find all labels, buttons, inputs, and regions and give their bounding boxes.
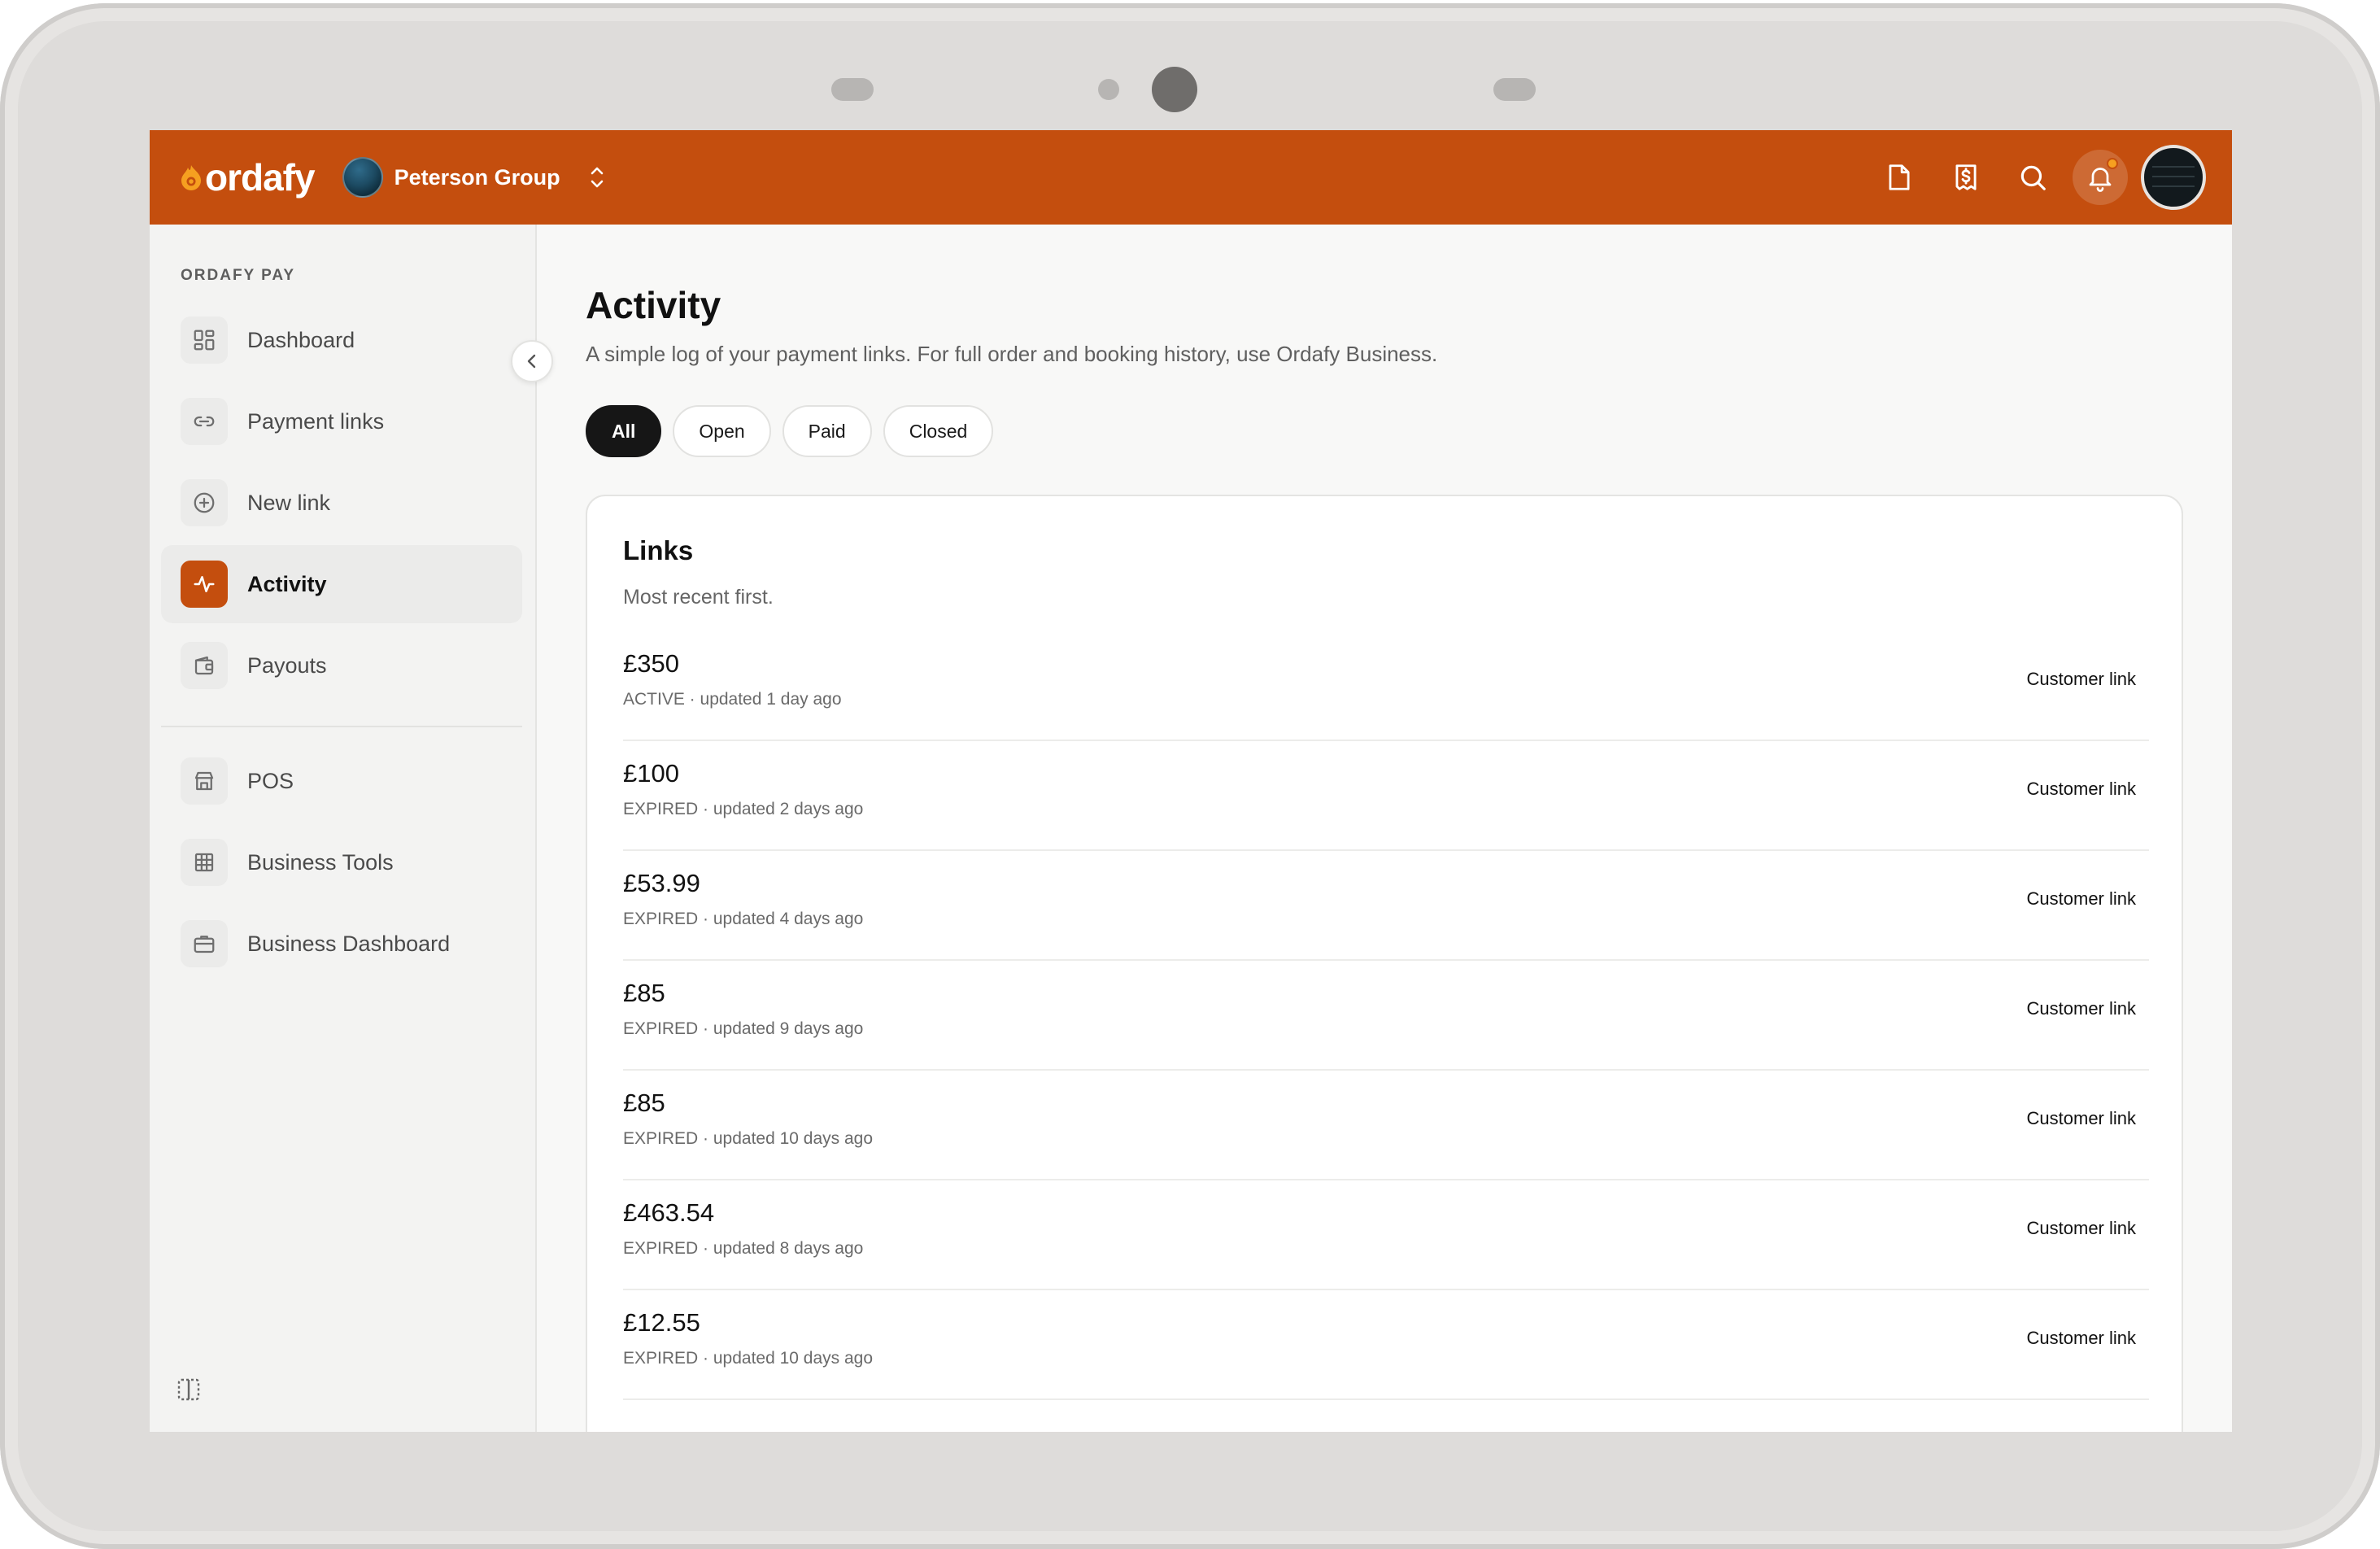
sidebar-item-label: POS bbox=[247, 768, 294, 793]
sidebar-divider bbox=[161, 726, 522, 727]
link-status: ACTIVE · updated 1 day ago bbox=[623, 690, 842, 709]
link-status: EXPIRED · updated 9 days ago bbox=[623, 1019, 864, 1038]
sidebar-item-business-dashboard[interactable]: Business Dashboard bbox=[161, 905, 522, 983]
panel-toggle-icon[interactable] bbox=[174, 1375, 203, 1404]
list-item[interactable]: £463.54 EXPIRED · updated 8 days ago Cus… bbox=[623, 1180, 2149, 1290]
list-item[interactable]: £85 EXPIRED · updated 9 days ago Custome… bbox=[623, 961, 2149, 1071]
brand-name: ordafy bbox=[205, 156, 316, 199]
main-content: Activity A simple log of your payment li… bbox=[538, 225, 2232, 1432]
filter-closed[interactable]: Closed bbox=[883, 405, 994, 457]
sidebar-item-business-tools[interactable]: Business Tools bbox=[161, 823, 522, 901]
sidebar: ORDAFY PAY Dashboard Payment links New l… bbox=[150, 225, 537, 1432]
page-subtitle: A simple log of your payment links. For … bbox=[586, 342, 1438, 366]
sidebar-item-pos[interactable]: POS bbox=[161, 742, 522, 820]
org-name: Peterson Group bbox=[394, 164, 560, 190]
card-title: Links bbox=[623, 535, 694, 565]
sensor-dot bbox=[1098, 79, 1119, 100]
topbar-actions bbox=[1866, 144, 2206, 211]
document-button[interactable] bbox=[1866, 144, 1933, 211]
table-grid-icon bbox=[181, 839, 228, 886]
sidebar-collapse-button[interactable] bbox=[511, 340, 553, 382]
customer-link[interactable]: Customer link bbox=[2027, 1218, 2136, 1239]
link-status: EXPIRED · updated 8 days ago bbox=[623, 1239, 864, 1258]
sidebar-caption: ORDAFY PAY bbox=[181, 267, 296, 284]
list-item[interactable]: £350 ACTIVE · updated 1 day ago Customer… bbox=[623, 631, 2149, 741]
customer-link[interactable]: Customer link bbox=[2027, 998, 2136, 1019]
link-amount: £85 bbox=[623, 979, 665, 1007]
search-icon bbox=[2020, 165, 2046, 190]
avatar-detail bbox=[2152, 185, 2195, 187]
notifications-button[interactable] bbox=[2073, 150, 2128, 205]
sidebar-item-new-link[interactable]: New link bbox=[161, 464, 522, 542]
link-amount: £53.99 bbox=[623, 869, 700, 897]
link-status: EXPIRED · updated 4 days ago bbox=[623, 910, 864, 928]
plus-circle-icon bbox=[181, 479, 228, 526]
org-switcher[interactable]: Peterson Group bbox=[342, 157, 606, 198]
customer-link[interactable]: Customer link bbox=[2027, 1328, 2136, 1349]
list-item[interactable]: £53.99 EXPIRED · updated 4 days ago Cust… bbox=[623, 851, 2149, 961]
flame-logo-icon bbox=[179, 164, 203, 191]
card-subtitle: Most recent first. bbox=[623, 586, 774, 609]
notification-dot bbox=[2107, 158, 2118, 169]
customer-link[interactable]: Customer link bbox=[2027, 1108, 2136, 1129]
search-button[interactable] bbox=[1999, 144, 2066, 211]
chevron-left-icon bbox=[527, 354, 536, 369]
sidebar-item-label: Payment links bbox=[247, 408, 385, 434]
sidebar-item-activity[interactable]: Activity bbox=[161, 545, 522, 623]
filter-all[interactable]: All bbox=[586, 405, 662, 457]
list-item[interactable]: £12.55 EXPIRED · updated 10 days ago Cus… bbox=[623, 1290, 2149, 1400]
customer-link[interactable]: Customer link bbox=[2027, 779, 2136, 800]
briefcase-icon bbox=[181, 920, 228, 967]
link-icon bbox=[181, 398, 228, 445]
chevron-up-down-icon bbox=[591, 167, 603, 188]
list-item[interactable]: £100 EXPIRED · updated 2 days ago Custom… bbox=[623, 741, 2149, 851]
sensor-left bbox=[831, 78, 874, 101]
sidebar-item-label: Activity bbox=[247, 571, 327, 596]
sidebar-item-label: Payouts bbox=[247, 652, 327, 678]
receipt-button[interactable] bbox=[1933, 144, 1999, 211]
sidebar-item-dashboard[interactable]: Dashboard bbox=[161, 301, 522, 379]
sidebar-item-payment-links[interactable]: Payment links bbox=[161, 382, 522, 460]
links-card: Links Most recent first. £350 ACTIVE · u… bbox=[586, 495, 2183, 1432]
link-amount: £350 bbox=[623, 649, 679, 678]
org-avatar bbox=[342, 157, 383, 198]
avatar-detail bbox=[2152, 176, 2195, 177]
page-title: Activity bbox=[586, 284, 721, 326]
sidebar-item-payouts[interactable]: Payouts bbox=[161, 626, 522, 705]
sidebar-item-label: New link bbox=[247, 490, 331, 515]
filter-paid[interactable]: Paid bbox=[782, 405, 872, 457]
camera-lens bbox=[1152, 67, 1197, 112]
filter-chips: All Open Paid Closed bbox=[586, 405, 994, 457]
brand-logo[interactable]: ordafy bbox=[179, 130, 316, 225]
app-screen: ordafy Peterson Group ORDAFY PAY Dashboa… bbox=[150, 130, 2232, 1432]
sidebar-item-label: Dashboard bbox=[247, 327, 355, 352]
top-bar: ordafy Peterson Group bbox=[150, 130, 2232, 225]
link-status: EXPIRED · updated 10 days ago bbox=[623, 1129, 874, 1148]
links-list: £350 ACTIVE · updated 1 day ago Customer… bbox=[623, 631, 2149, 1400]
link-amount: £85 bbox=[623, 1089, 665, 1117]
store-icon bbox=[181, 757, 228, 805]
avatar-detail bbox=[2152, 166, 2195, 168]
sidebar-item-label: Business Dashboard bbox=[247, 931, 451, 956]
link-status: EXPIRED · updated 2 days ago bbox=[623, 800, 864, 818]
sensor-right bbox=[1493, 78, 1536, 101]
customer-link[interactable]: Customer link bbox=[2027, 888, 2136, 910]
document-icon bbox=[1889, 164, 1910, 190]
wallet-icon bbox=[181, 642, 228, 689]
link-status: EXPIRED · updated 10 days ago bbox=[623, 1349, 874, 1368]
dashboard-grid-icon bbox=[181, 316, 228, 364]
customer-link[interactable]: Customer link bbox=[2027, 669, 2136, 690]
receipt-icon bbox=[1955, 164, 1977, 190]
list-item[interactable]: £85 EXPIRED · updated 10 days ago Custom… bbox=[623, 1071, 2149, 1180]
user-avatar[interactable] bbox=[2141, 145, 2206, 210]
filter-open[interactable]: Open bbox=[673, 405, 771, 457]
link-amount: £463.54 bbox=[623, 1198, 715, 1227]
activity-pulse-icon bbox=[181, 561, 228, 608]
link-amount: £100 bbox=[623, 759, 679, 788]
sidebar-item-label: Business Tools bbox=[247, 849, 394, 875]
link-amount: £12.55 bbox=[623, 1308, 700, 1337]
